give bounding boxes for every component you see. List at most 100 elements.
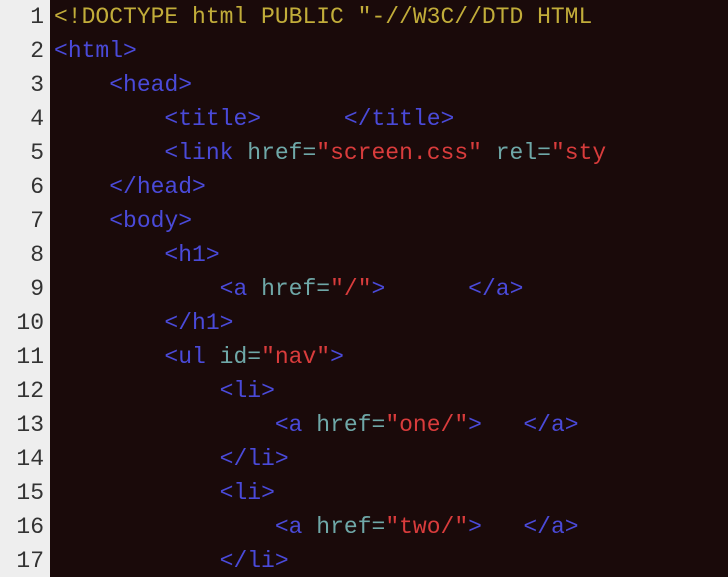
code-line[interactable]: <a href="two/"> </a> [54, 510, 728, 544]
line-number: 3 [0, 68, 44, 102]
code-token [482, 140, 496, 166]
code-token: < [275, 514, 289, 540]
code-token: </ [468, 276, 496, 302]
line-number: 9 [0, 272, 44, 306]
code-token [482, 412, 523, 438]
code-token: rel [496, 140, 537, 166]
code-token: > [441, 106, 455, 132]
code-token: a [551, 412, 565, 438]
code-token: > [192, 174, 206, 200]
code-line[interactable]: <title> </title> [54, 102, 728, 136]
code-token: < [164, 106, 178, 132]
code-token: href [247, 140, 302, 166]
code-token: head [137, 174, 192, 200]
code-token: link [178, 140, 233, 166]
code-line[interactable]: <ul id="nav"> [54, 340, 728, 374]
code-line[interactable]: <body> [54, 204, 728, 238]
code-line[interactable]: </li> [54, 442, 728, 476]
code-line[interactable]: <link href="screen.css" rel="sty [54, 136, 728, 170]
code-line[interactable]: </h1> [54, 306, 728, 340]
code-token: > [510, 276, 524, 302]
code-token: "sty [551, 140, 606, 166]
code-token: = [302, 140, 316, 166]
code-token: > [565, 514, 579, 540]
line-number: 4 [0, 102, 44, 136]
code-line[interactable]: </head> [54, 170, 728, 204]
code-token: title [178, 106, 247, 132]
line-number: 6 [0, 170, 44, 204]
code-token: < [275, 412, 289, 438]
code-token [233, 140, 247, 166]
code-line[interactable]: <a href="one/"> </a> [54, 408, 728, 442]
line-number: 15 [0, 476, 44, 510]
code-line[interactable]: <li> [54, 476, 728, 510]
code-token: </ [523, 514, 551, 540]
code-line[interactable]: <html> [54, 34, 728, 68]
code-token [385, 276, 468, 302]
code-token: = [316, 276, 330, 302]
code-token: < [54, 38, 68, 64]
code-token: > [123, 38, 137, 64]
code-token: a [289, 412, 303, 438]
code-token [206, 344, 220, 370]
code-token: < [164, 344, 178, 370]
code-token: "screen.css" [316, 140, 482, 166]
code-token: "one/" [385, 412, 468, 438]
code-token: "/" [330, 276, 371, 302]
code-token: < [220, 276, 234, 302]
code-token: < [220, 480, 234, 506]
code-line[interactable]: <li> [54, 374, 728, 408]
code-token: > [206, 242, 220, 268]
code-token: > [247, 106, 261, 132]
code-token: > [468, 514, 482, 540]
code-token: = [372, 514, 386, 540]
code-token: > [275, 548, 289, 574]
code-token: </ [164, 310, 192, 336]
code-token: > [178, 72, 192, 98]
code-token: title [372, 106, 441, 132]
code-token: href [316, 514, 371, 540]
code-token: a [233, 276, 247, 302]
code-token: a [496, 276, 510, 302]
line-number: 16 [0, 510, 44, 544]
code-token: </ [220, 446, 248, 472]
line-number: 12 [0, 374, 44, 408]
code-token: < [220, 378, 234, 404]
line-number: 8 [0, 238, 44, 272]
code-token: > [261, 378, 275, 404]
code-token: < [164, 242, 178, 268]
code-line[interactable]: <!DOCTYPE html PUBLIC "-//W3C//DTD HTML [54, 0, 728, 34]
line-number: 14 [0, 442, 44, 476]
code-token: </ [344, 106, 372, 132]
line-number: 2 [0, 34, 44, 68]
code-token: > [372, 276, 386, 302]
code-token [482, 514, 523, 540]
line-number: 10 [0, 306, 44, 340]
code-line[interactable]: <head> [54, 68, 728, 102]
code-token: = [372, 412, 386, 438]
code-token: h1 [178, 242, 206, 268]
code-line[interactable]: <h1> [54, 238, 728, 272]
code-token: > [330, 344, 344, 370]
code-token: li [233, 480, 261, 506]
code-token: > [178, 208, 192, 234]
code-token: > [220, 310, 234, 336]
code-token: "two/" [385, 514, 468, 540]
code-token: a [289, 514, 303, 540]
code-line[interactable]: <a href="/"> </a> [54, 272, 728, 306]
code-token: > [565, 412, 579, 438]
code-token: li [247, 548, 275, 574]
code-token: ul [178, 344, 206, 370]
line-number: 7 [0, 204, 44, 238]
code-token: > [468, 412, 482, 438]
code-token: </ [523, 412, 551, 438]
code-token [247, 276, 261, 302]
code-token: < [164, 140, 178, 166]
code-token: a [551, 514, 565, 540]
code-token: = [537, 140, 551, 166]
line-number-gutter: 1 2 3 4 5 6 7 8 9 10 11 12 13 14 15 16 1… [0, 0, 50, 577]
code-token: body [123, 208, 178, 234]
code-token: href [316, 412, 371, 438]
code-line[interactable]: </li> [54, 544, 728, 577]
code-editor-area[interactable]: <!DOCTYPE html PUBLIC "-//W3C//DTD HTML<… [50, 0, 728, 577]
